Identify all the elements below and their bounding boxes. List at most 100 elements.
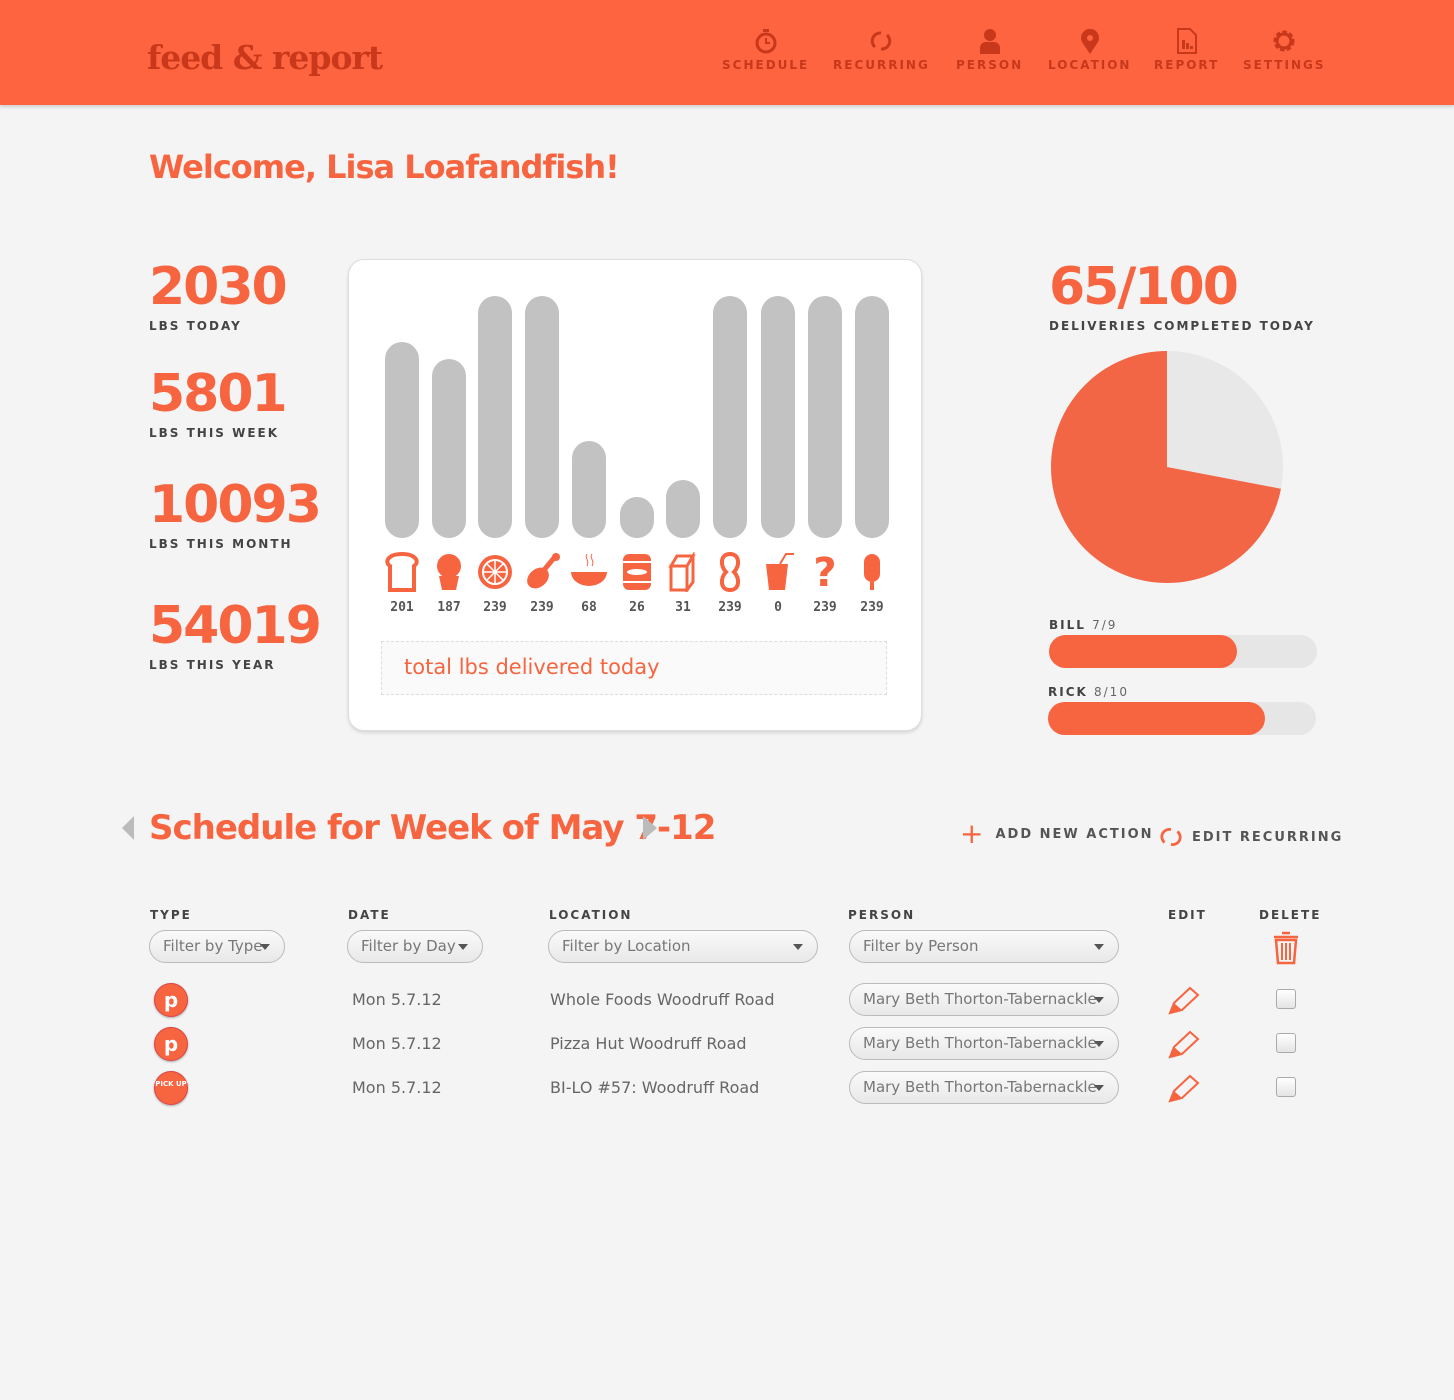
filter-location-select[interactable]: Filter by Location — [548, 930, 818, 963]
drink-cup-icon — [766, 553, 794, 590]
prev-week-arrow[interactable] — [122, 816, 134, 840]
stat-lbs-today: 2030 LBS TODAY — [149, 257, 288, 333]
stat-label: LBS TODAY — [149, 319, 242, 333]
type-badge: p — [154, 983, 188, 1017]
nav-label: LOCATION — [1048, 58, 1132, 72]
edit-recurring-button[interactable]: EDIT RECURRING — [1160, 826, 1343, 848]
cupcake-icon — [437, 554, 461, 590]
row-person-select[interactable]: Mary Beth Thorton-Tabernackle — [849, 1071, 1119, 1104]
nav-person[interactable]: PERSON — [956, 28, 1023, 72]
row-location: BI-LO #57: Woodruff Road — [550, 1078, 760, 1097]
row-person-select[interactable]: Mary Beth Thorton-Tabernackle — [849, 983, 1119, 1016]
food-value: 239 — [718, 600, 742, 615]
table-row: p Mon 5.7.12 Whole Foods Woodruff Road M… — [0, 983, 1454, 1019]
col-type: TYPE — [150, 908, 192, 922]
food-bars: 201 187 239 239 68 26 31 239 0? 239 239 — [349, 296, 923, 615]
question-mark-icon: ? — [813, 552, 836, 592]
driver-name: RICK — [1048, 685, 1088, 699]
pencil-edit-icon[interactable] — [1168, 1029, 1200, 1059]
next-week-arrow[interactable] — [643, 816, 657, 840]
driver-rick-label: RICK 8/10 — [1048, 685, 1129, 699]
soup-bowl-icon — [571, 553, 607, 586]
col-date: DATE — [348, 908, 391, 922]
food-bar — [478, 296, 512, 538]
orange-icon — [478, 555, 512, 589]
stat-label: LBS THIS WEEK — [149, 426, 280, 440]
food-bar — [855, 296, 889, 538]
row-date: Mon 5.7.12 — [352, 990, 442, 1009]
food-bar — [666, 479, 700, 538]
gear-icon — [1273, 30, 1295, 52]
bread-icon — [385, 552, 419, 592]
food-value: 239 — [530, 600, 554, 615]
food-value: 0 — [774, 600, 782, 615]
type-badge: PICK UP — [154, 1071, 188, 1105]
nav-label: PERSON — [956, 58, 1024, 72]
driver-bill-progress — [1049, 635, 1317, 668]
food-bar — [761, 296, 795, 538]
type-badge: p — [154, 1027, 188, 1061]
progress-fill — [1048, 702, 1266, 735]
col-location: LOCATION — [549, 908, 633, 922]
row-date: Mon 5.7.12 — [352, 1034, 442, 1053]
chicken-leg-icon — [527, 553, 560, 589]
nav-label: SETTINGS — [1243, 58, 1326, 72]
top-header: feed & report SCHEDULE RECURRING PERSON … — [0, 0, 1454, 105]
col-delete: DELETE — [1259, 908, 1322, 922]
chart-caption: total lbs delivered today — [381, 641, 887, 695]
button-label: EDIT RECURRING — [1192, 829, 1344, 845]
filter-day-select[interactable]: Filter by Day — [347, 930, 483, 963]
food-value: 68 — [581, 600, 597, 615]
nav-location[interactable]: LOCATION — [1048, 28, 1131, 72]
nav-recurring[interactable]: RECURRING — [833, 28, 930, 72]
filter-person-select[interactable]: Filter by Person — [849, 930, 1119, 963]
row-location: Whole Foods Woodruff Road — [550, 990, 775, 1009]
popsicle-icon — [864, 554, 880, 590]
nav-schedule[interactable]: SCHEDULE — [722, 28, 809, 72]
stat-value: 54019 — [149, 596, 322, 656]
milk-carton-icon — [668, 552, 696, 592]
stat-label: LBS THIS YEAR — [149, 658, 276, 672]
food-value: 187 — [437, 600, 461, 615]
row-location: Pizza Hut Woodruff Road — [550, 1034, 747, 1053]
pencil-edit-icon[interactable] — [1168, 985, 1200, 1015]
food-bar — [572, 441, 606, 538]
app-logo[interactable]: feed & report — [147, 38, 383, 77]
delete-checkbox[interactable] — [1276, 989, 1296, 1009]
stat-value: 5801 — [149, 364, 288, 424]
driver-name: BILL — [1049, 618, 1086, 632]
table-row: p Mon 5.7.12 Pizza Hut Woodruff Road Mar… — [0, 1027, 1454, 1063]
filter-type-select[interactable]: Filter by Type — [149, 930, 285, 963]
stat-value: 2030 — [149, 257, 288, 317]
button-label: ADD NEW ACTION — [995, 826, 1154, 842]
nav-settings[interactable]: SETTINGS — [1243, 28, 1326, 72]
driver-rick-progress — [1048, 702, 1316, 735]
nav-report[interactable]: REPORT — [1154, 28, 1219, 72]
food-chart-card: 201 187 239 239 68 26 31 239 0? 239 239 total lbs … — [348, 259, 922, 731]
row-date: Mon 5.7.12 — [352, 1078, 442, 1097]
deliveries-stat: 65/100 DELIVERIES COMPLETED TODAY — [1049, 261, 1315, 333]
food-value: 239 — [860, 600, 884, 615]
person-icon — [979, 29, 1000, 54]
food-value: 31 — [675, 600, 691, 615]
food-value: 201 — [390, 600, 414, 615]
trash-icon[interactable] — [1271, 929, 1301, 965]
row-person-select[interactable]: Mary Beth Thorton-Tabernackle — [849, 1027, 1119, 1060]
add-new-action-button[interactable]: + ADD NEW ACTION — [960, 817, 1154, 850]
col-edit: EDIT — [1168, 908, 1207, 922]
food-bar — [432, 358, 466, 538]
svg-text:?: ? — [813, 552, 836, 592]
food-bar — [620, 496, 654, 538]
pencil-edit-icon[interactable] — [1168, 1073, 1200, 1103]
schedule-title: Schedule for Week of May 7-12 — [149, 808, 716, 848]
stat-label: LBS THIS MONTH — [149, 537, 293, 551]
delete-checkbox[interactable] — [1276, 1033, 1296, 1053]
delete-checkbox[interactable] — [1276, 1077, 1296, 1097]
recurring-icon — [871, 31, 892, 51]
plus-icon: + — [960, 817, 986, 850]
stat-value: 10093 — [149, 475, 322, 535]
nav-label: RECURRING — [833, 58, 930, 72]
driver-bill-label: BILL 7/9 — [1049, 618, 1117, 632]
food-bar — [525, 296, 559, 538]
stat-lbs-month: 10093 LBS THIS MONTH — [149, 475, 322, 551]
